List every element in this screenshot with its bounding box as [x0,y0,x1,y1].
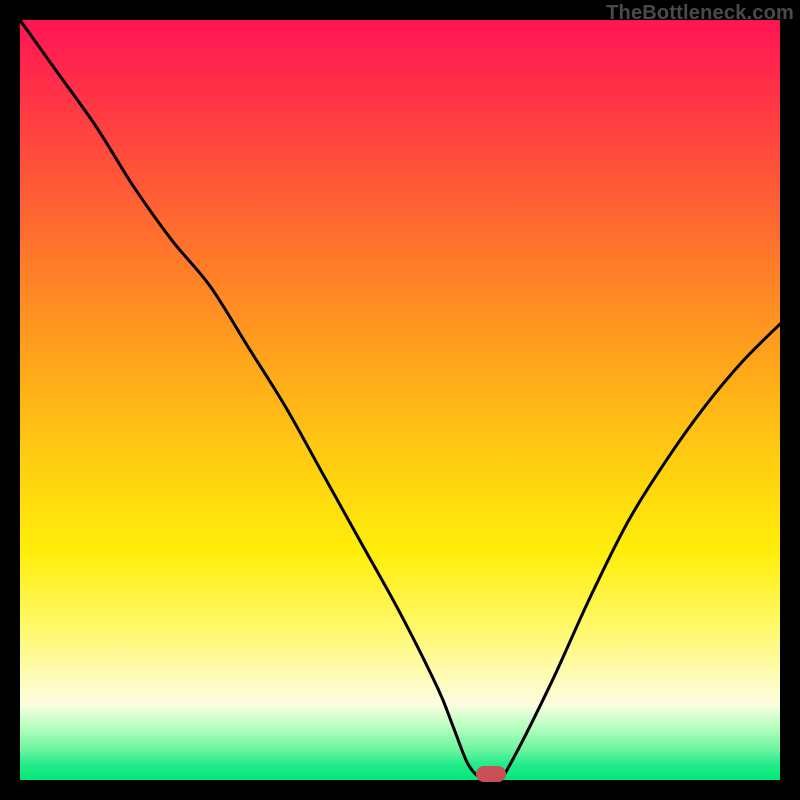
chart-frame: TheBottleneck.com [0,0,800,800]
plot-area [20,20,780,780]
optimal-marker [476,766,506,782]
bottleneck-curve [20,20,780,780]
curve-svg [20,20,780,780]
